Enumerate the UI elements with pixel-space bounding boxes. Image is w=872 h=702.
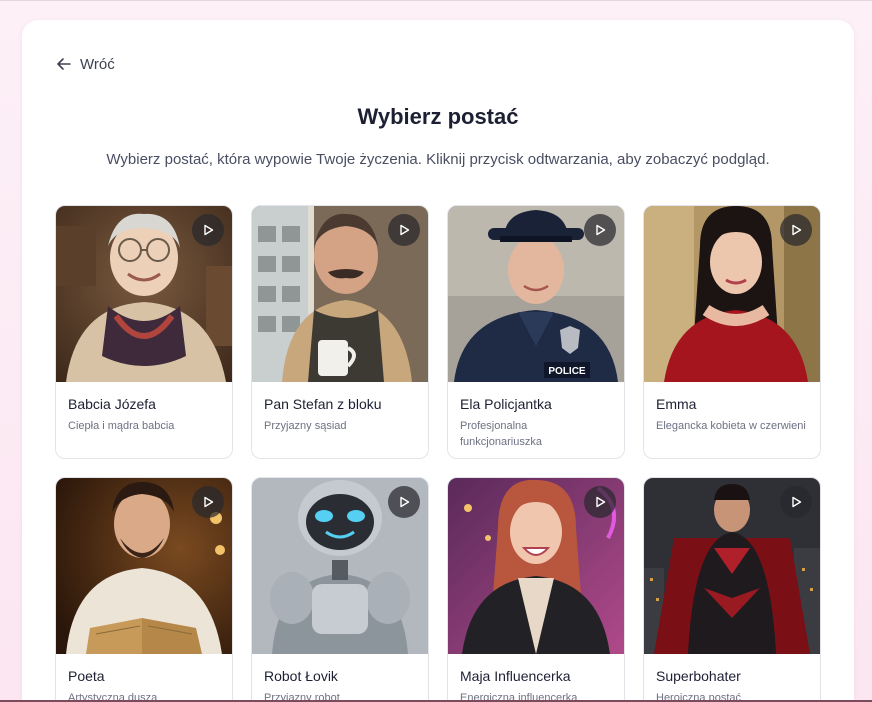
character-card-pan-stefan[interactable]: Pan Stefan z bloku Przyjazny sąsiad [251,205,429,459]
character-card-ela-policjantka[interactable]: POLICE Ela Policjantka Profesjonalna fun… [447,205,625,459]
character-name: Ela Policjantka [460,396,552,412]
character-description: Przyjazny sąsiad [264,420,347,432]
character-photo: POLICE [448,206,624,382]
character-card-poeta[interactable]: Poeta Artystyczna dusza [55,477,233,702]
character-selection-panel: Wróć Wybierz postać Wybierz postać, któr… [22,20,854,702]
character-description: Ciepła i mądra babcia [68,420,175,432]
character-card-superbohater[interactable]: Superbohater Heroiczna postać [643,477,821,702]
play-preview-button[interactable] [388,214,420,246]
back-label: Wróć [80,55,115,73]
character-photo [252,478,428,654]
character-photo [644,478,820,654]
play-icon [400,224,410,236]
top-border [0,0,872,1]
character-card-babcia-jozefa[interactable]: Babcia Józefa Ciepła i mądra babcia [55,205,233,459]
character-photo [56,478,232,654]
play-icon [204,496,214,508]
character-photo [56,206,232,382]
play-preview-button[interactable] [780,214,812,246]
play-preview-button[interactable] [584,214,616,246]
play-preview-button[interactable] [388,486,420,518]
play-preview-button[interactable] [584,486,616,518]
character-photo [252,206,428,382]
play-icon [596,224,606,236]
play-icon [596,496,606,508]
character-card-maja-influencerka[interactable]: Maja Influencerka Energiczna influencerk… [447,477,625,702]
play-preview-button[interactable] [780,486,812,518]
arrow-left-icon [57,58,71,70]
page-subtitle: Wybierz postać, która wypowie Twoje życz… [106,151,770,168]
character-photo [644,206,820,382]
play-icon [792,496,802,508]
back-button[interactable]: Wróć [56,54,115,74]
play-preview-button[interactable] [192,214,224,246]
character-description: Elegancka kobieta w czerwieni [656,420,806,432]
play-preview-button[interactable] [192,486,224,518]
character-description: Profesjonalna funkcjonariuszka [460,420,542,448]
character-name: Superbohater [656,668,741,684]
character-name: Pan Stefan z bloku [264,396,382,412]
character-name: Robot Łovik [264,668,338,684]
police-badge-text: POLICE [548,366,586,377]
character-card-robot-lovik[interactable]: Robot Łovik Przyjazny robot [251,477,429,702]
character-name: Babcia Józefa [68,396,156,412]
play-icon [792,224,802,236]
character-name: Poeta [68,668,105,684]
character-name: Maja Influencerka [460,668,571,684]
play-icon [400,496,410,508]
character-photo [448,478,624,654]
character-name: Emma [656,396,697,412]
character-grid: Babcia Józefa Ciepła i mądra babcia Pan … [55,205,823,702]
character-card-emma[interactable]: Emma Elegancka kobieta w czerwieni [643,205,821,459]
page-title: Wybierz postać [357,104,519,129]
play-icon [204,224,214,236]
